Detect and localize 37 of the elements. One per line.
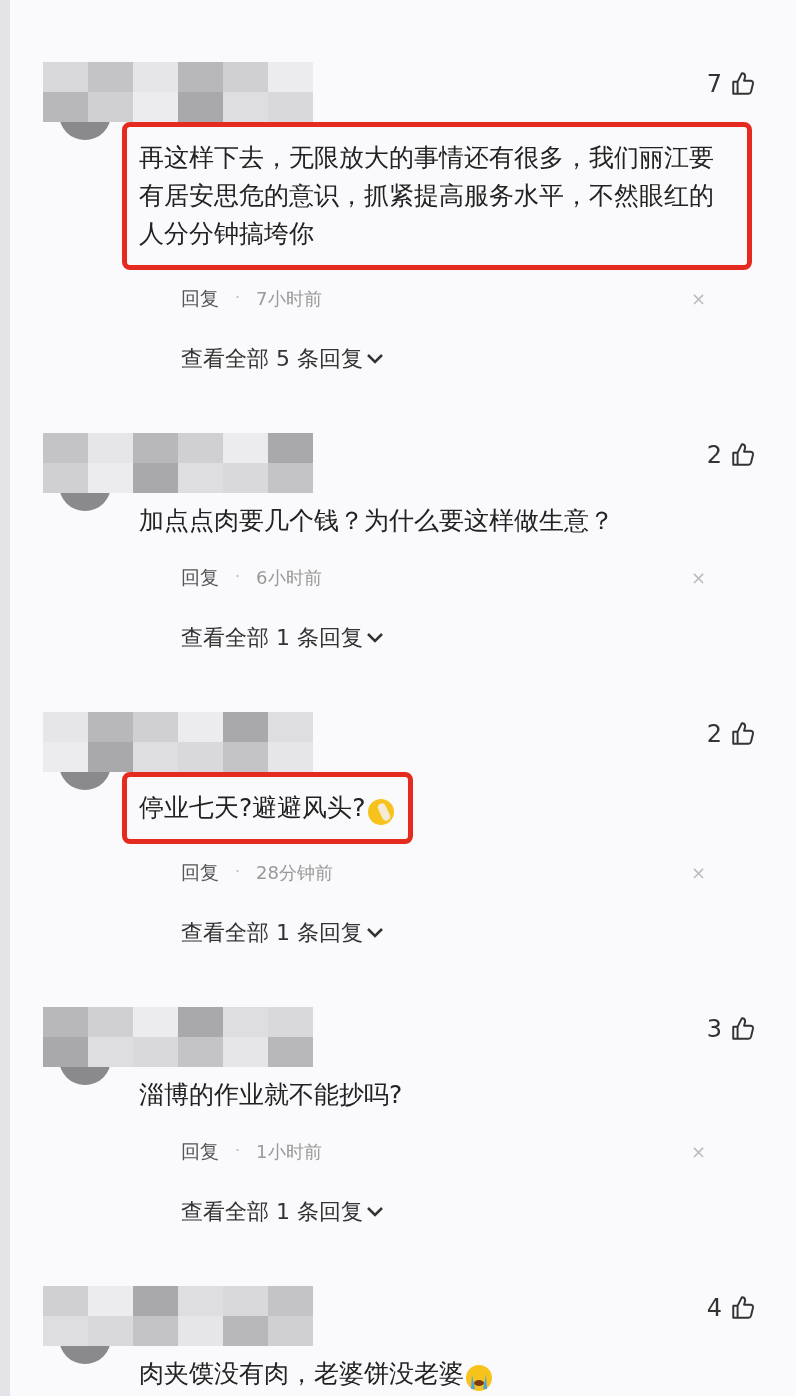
thumbs-up-icon[interactable] (730, 721, 756, 747)
separator-dot: · (235, 1140, 241, 1162)
comment-text: 肉夹馍没有肉，老婆饼没老婆 (139, 1359, 464, 1388)
comment-time: 28分钟前 (256, 860, 333, 885)
emoji-icon (365, 796, 396, 827)
chevron-down-icon (367, 632, 383, 643)
comment-text: 加点点肉要几个钱？为什么要这样做生意？ (139, 506, 614, 535)
reply-link[interactable]: 回复 (181, 283, 219, 313)
like-count: 4 (706, 1293, 722, 1324)
like-count: 3 (706, 1014, 722, 1045)
chevron-down-icon (367, 1206, 383, 1217)
separator-dot: · (235, 566, 241, 588)
thumbs-up-icon[interactable] (730, 442, 756, 468)
view-replies-link[interactable]: 查看全部 5 条回复 (181, 342, 383, 375)
view-replies-link[interactable]: 查看全部 1 条回复 (181, 621, 383, 654)
view-replies-link[interactable]: 查看全部 1 条回复 (181, 1195, 383, 1228)
chevron-down-icon (367, 353, 383, 364)
comment-time: 7小时前 (256, 286, 322, 311)
reply-link[interactable]: 回复 (181, 562, 219, 592)
thumbs-up-icon[interactable] (730, 1295, 756, 1321)
separator-dot: · (235, 287, 241, 309)
like-count: 2 (706, 440, 722, 471)
comment-text: 停业七天?避避风头? (139, 793, 366, 822)
reply-link[interactable]: 回复 (181, 857, 219, 887)
thumbs-up-icon[interactable] (730, 71, 756, 97)
like-count: 2 (706, 719, 722, 750)
comment-time: 1小时前 (256, 1139, 322, 1164)
like-count: 7 (706, 69, 722, 100)
emoji-icon (464, 1362, 494, 1393)
reply-link[interactable]: 回复 (181, 1136, 219, 1166)
view-replies-link[interactable]: 查看全部 1 条回复 (181, 916, 383, 949)
comment-text: 淄博的作业就不能抄吗? (139, 1080, 403, 1109)
thumbs-up-icon[interactable] (730, 1016, 756, 1042)
separator-dot: · (235, 861, 241, 883)
comment-time: 6小时前 (256, 565, 322, 590)
comment-text: 再这样下去，无限放大的事情还有很多，我们丽江要有居安思危的意识，抓紧提高服务水平，不然眼红的人分分钟搞垮你 (139, 143, 714, 248)
chevron-down-icon (367, 927, 383, 938)
